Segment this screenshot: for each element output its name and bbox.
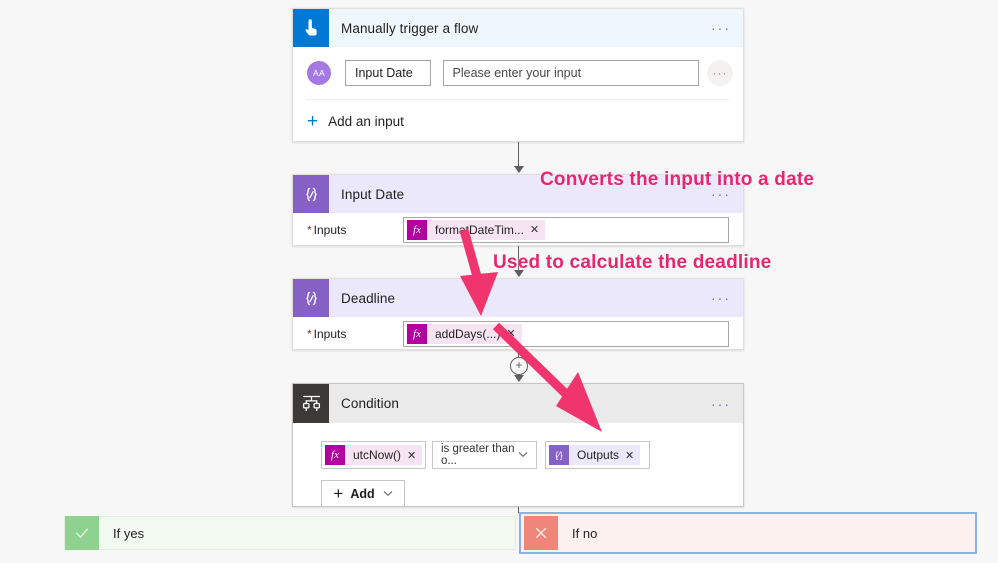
inputs-label-text: Inputs [313,222,347,237]
connector-trigger-to-input-date [518,142,519,168]
input-row-more-icon[interactable]: ··· [707,60,733,86]
plus-icon: + [333,484,344,503]
trigger-body: AA Input Date Please enter your input ··… [293,47,743,142]
annotation-deadline-text: Used to calculate the deadline [493,252,772,273]
compose-input-date-body: * Inputs fx formatDateTim... ✕ [293,213,743,246]
token-remove-icon[interactable]: ✕ [625,449,640,462]
branch-if-no-label: If no [572,525,598,541]
input-name-field[interactable]: Input Date [345,60,431,86]
condition-expression-row: fx utcNow() ✕ is greater than o... {∕} O… [321,441,743,469]
token-label: utcNow() [353,448,402,462]
branch-if-no[interactable]: If no [519,512,977,554]
chevron-down-icon [383,489,393,499]
dynamic-content-token[interactable]: {∕} Outputs ✕ [549,445,641,465]
inputs-label-text: Inputs [313,326,347,341]
condition-title: Condition [341,396,399,411]
compose-deadline-header[interactable]: Deadline ··· [293,279,743,317]
trigger-more-icon[interactable]: ··· [711,21,731,35]
add-input-button[interactable]: + Add an input [293,100,743,142]
fx-icon: fx [325,445,345,465]
token-label: Outputs [577,448,620,462]
trigger-card[interactable]: Manually trigger a flow ··· AA Input Dat… [292,8,744,142]
inputs-field-label: * Inputs [307,327,403,341]
fx-icon: fx [407,219,427,240]
annotation-converts-text: Converts the input into a date [540,169,815,190]
cross-icon [524,516,558,550]
condition-more-icon[interactable]: ··· [711,397,731,411]
hand-tap-icon [293,9,329,47]
trigger-title: Manually trigger a flow [341,20,479,36]
check-icon [65,516,99,550]
trigger-input-row: AA Input Date Please enter your input ··… [293,47,743,99]
condition-branch-icon [293,384,329,423]
connector-arrowhead-1 [514,166,524,173]
fx-icon: fx [407,323,427,344]
condition-right-operand-field[interactable]: {∕} Outputs ✕ [545,441,650,469]
condition-operator-value: is greater than o... [441,443,515,467]
compose-braces-icon [293,175,329,213]
add-condition-label: Add [350,486,375,501]
compose-braces-icon [293,279,329,317]
branch-if-yes-label: If yes [113,525,145,541]
required-marker: * [307,326,312,341]
expression-token[interactable]: fx utcNow() ✕ [325,445,422,465]
token-remove-icon[interactable]: ✕ [407,449,422,462]
required-marker: * [307,222,312,237]
input-placeholder-field[interactable]: Please enter your input [442,60,699,86]
inputs-field-label: * Inputs [307,223,403,237]
compose-deadline-more-icon[interactable]: ··· [711,291,731,305]
annotation-arrow-to-outputs [492,322,602,432]
branch-if-yes[interactable]: If yes [64,516,516,550]
chevron-down-icon [518,450,528,460]
compose-input-date-inputs-row: * Inputs fx formatDateTim... ✕ [293,213,743,246]
annotation-arrow-to-input-date [459,228,498,316]
compose-input-date-title: Input Date [341,186,405,202]
add-condition-button[interactable]: + Add [321,480,405,507]
compose-deadline-title: Deadline [341,290,396,306]
condition-left-operand-field[interactable]: fx utcNow() ✕ [321,441,426,469]
plus-icon: + [307,110,319,132]
add-input-label: Add an input [328,113,404,129]
avatar: AA [307,61,331,85]
token-remove-icon[interactable]: ✕ [530,223,545,236]
condition-operator-select[interactable]: is greater than o... [432,441,537,469]
compose-braces-icon: {∕} [549,445,569,465]
trigger-header[interactable]: Manually trigger a flow ··· [293,9,743,47]
